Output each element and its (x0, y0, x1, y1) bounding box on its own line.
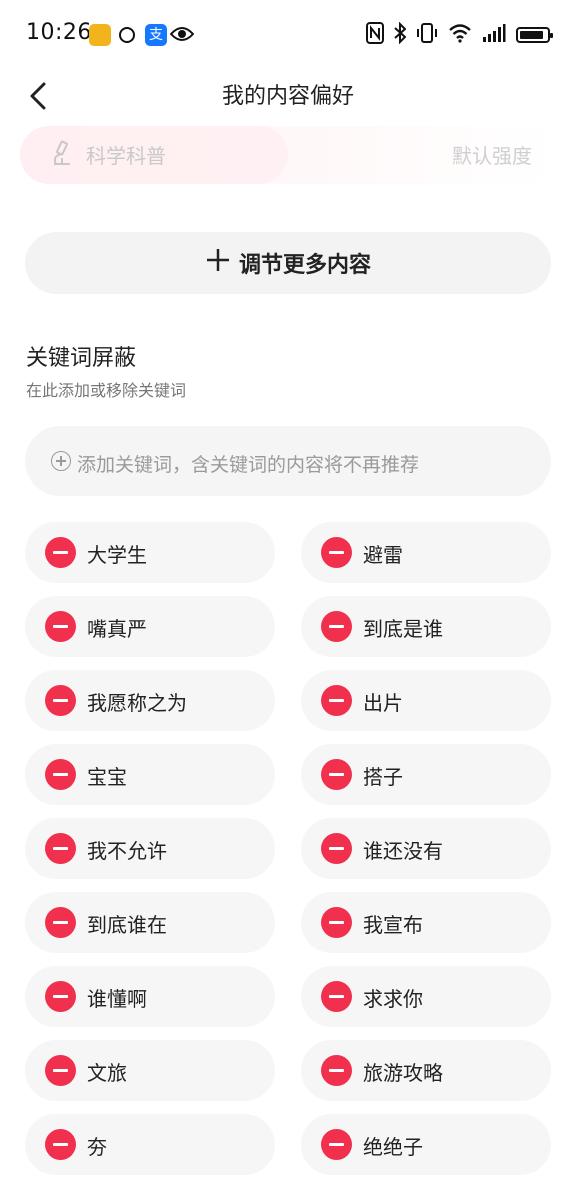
bluetooth-icon (394, 21, 407, 48)
remove-keyword-button[interactable] (321, 685, 352, 716)
keyword-text: 出片 (363, 691, 403, 715)
nfc-icon (366, 22, 384, 48)
keyword-chip: 搭子 (301, 744, 551, 805)
keyword-text: 夯 (87, 1135, 107, 1159)
battery-icon (516, 27, 553, 43)
wifi-icon (448, 23, 472, 47)
adjust-more-content-button[interactable]: 调节更多内容 (25, 232, 551, 294)
eye-icon (169, 25, 195, 47)
keyword-chip: 到底是谁 (301, 596, 551, 657)
remove-keyword-button[interactable] (321, 611, 352, 642)
microscope-icon (50, 140, 74, 172)
keyword-block-subtitle: 在此添加或移除关键词 (26, 381, 187, 400)
keyword-text: 文旅 (87, 1061, 127, 1085)
keyword-text: 绝绝子 (363, 1135, 423, 1159)
keyword-chip: 谁还没有 (301, 818, 551, 879)
alipay-icon: 支 (145, 24, 167, 46)
keyword-text: 求求你 (363, 987, 423, 1011)
cellular-signal-icon (482, 23, 506, 47)
keyword-text: 到底是谁 (363, 617, 443, 641)
add-circle-icon (51, 451, 71, 471)
keyword-chip: 求求你 (301, 966, 551, 1027)
keyword-text: 到底谁在 (87, 913, 167, 937)
status-time: 10:26 (26, 20, 92, 45)
remove-keyword-button[interactable] (321, 759, 352, 790)
keyword-text: 我愿称之为 (87, 691, 187, 715)
adjust-more-content-label: 调节更多内容 (238, 253, 371, 278)
keyword-chip: 旅游攻略 (301, 1040, 551, 1101)
keyword-chip: 我愿称之为 (25, 670, 275, 731)
navigation-header: 我的内容偏好 (0, 68, 576, 124)
keyword-chip: 我宣布 (301, 892, 551, 953)
page-title: 我的内容偏好 (221, 84, 354, 109)
keyword-text: 谁还没有 (363, 839, 443, 863)
keyword-chip: 出片 (301, 670, 551, 731)
remove-keyword-button[interactable] (45, 1055, 76, 1086)
keyword-chip: 避雷 (301, 522, 551, 583)
keyword-chip: 宝宝 (25, 744, 275, 805)
remove-keyword-button[interactable] (45, 981, 76, 1012)
remove-keyword-button[interactable] (321, 907, 352, 938)
plus-icon (205, 247, 231, 279)
keyword-text: 避雷 (363, 543, 403, 567)
remove-keyword-button[interactable] (45, 833, 76, 864)
keyword-text: 搭子 (363, 765, 403, 789)
keyword-chip: 文旅 (25, 1040, 275, 1101)
remove-keyword-button[interactable] (321, 833, 352, 864)
remove-keyword-button[interactable] (321, 981, 352, 1012)
keyword-chip: 大学生 (25, 522, 275, 583)
sf-express-icon (119, 27, 135, 43)
remove-keyword-button[interactable] (45, 759, 76, 790)
preference-row-science[interactable]: 科学科普 默认强度 (20, 126, 556, 184)
keyword-chip: 绝绝子 (301, 1114, 551, 1175)
remove-keyword-button[interactable] (321, 537, 352, 568)
vibrate-icon (416, 22, 438, 48)
preference-level[interactable]: 默认强度 (452, 140, 532, 169)
remove-keyword-button[interactable] (45, 907, 76, 938)
keyword-block-title: 关键词屏蔽 (26, 346, 137, 371)
remove-keyword-button[interactable] (45, 537, 76, 568)
keyword-text: 宝宝 (87, 765, 127, 789)
remove-keyword-button[interactable] (45, 685, 76, 716)
keyword-text: 嘴真严 (87, 617, 147, 641)
keyword-chip: 夯 (25, 1114, 275, 1175)
remove-keyword-button[interactable] (321, 1055, 352, 1086)
add-keyword-placeholder: 添加关键词，含关键词的内容将不再推荐 (77, 454, 420, 476)
preference-label: 科学科普 (86, 144, 166, 168)
keyword-list: 大学生 避雷 嘴真严 到底是谁 我愿称之为 出片 宝宝 搭子 我不允许 谁还没有… (25, 522, 551, 1175)
remove-keyword-button[interactable] (45, 611, 76, 642)
keyword-text: 我宣布 (363, 913, 423, 937)
keyword-text: 我不允许 (87, 839, 167, 863)
keyword-text: 谁懂啊 (87, 987, 147, 1011)
keyword-chip: 到底谁在 (25, 892, 275, 953)
keyword-text: 大学生 (87, 543, 147, 567)
keyword-chip: 嘴真严 (25, 596, 275, 657)
notification-app-icon (89, 24, 111, 46)
keyword-text: 旅游攻略 (363, 1061, 443, 1085)
add-keyword-input[interactable]: 添加关键词，含关键词的内容将不再推荐 (25, 426, 551, 496)
status-bar: 10:26 支 (0, 0, 576, 68)
keyword-chip: 谁懂啊 (25, 966, 275, 1027)
keyword-chip: 我不允许 (25, 818, 275, 879)
remove-keyword-button[interactable] (321, 1129, 352, 1160)
remove-keyword-button[interactable] (45, 1129, 76, 1160)
